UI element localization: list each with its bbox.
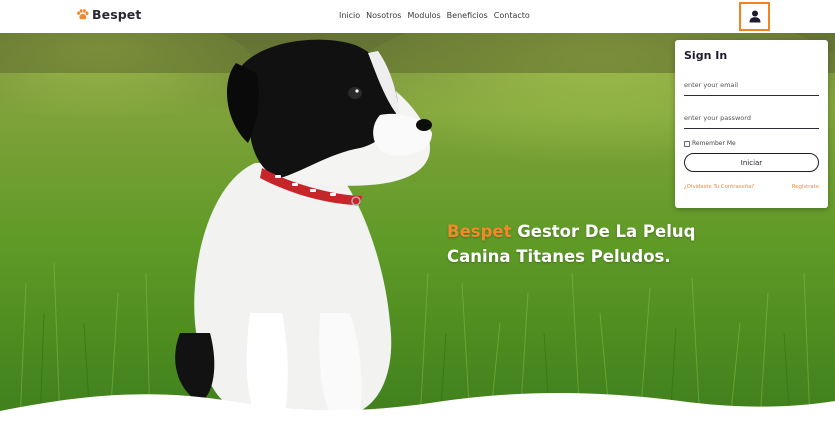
password-field[interactable]: [684, 107, 819, 129]
remember-checkbox[interactable]: [684, 140, 690, 147]
main-nav: Inicio Nosotros Modulos Beneficios Conta…: [339, 11, 530, 20]
login-button[interactable]: Iniciar: [684, 153, 819, 172]
nav-link-modulos[interactable]: Modulos: [407, 11, 440, 20]
nav-link-inicio[interactable]: Inicio: [339, 11, 360, 20]
hero-title-rest: Gestor De La Peluq: [511, 222, 696, 241]
nav-link-contacto[interactable]: Contacto: [494, 11, 530, 20]
hero-title-accent: Bespet: [447, 222, 512, 241]
forgot-password-link[interactable]: ¿Olvidaste Tu Contraseña?: [684, 184, 754, 190]
brand-logo[interactable]: Bespet: [76, 7, 141, 22]
paw-icon: [77, 9, 89, 20]
nav-link-nosotros[interactable]: Nosotros: [366, 11, 401, 20]
email-field[interactable]: [684, 74, 819, 96]
remember-me[interactable]: Remember Me: [684, 140, 819, 147]
signin-title: Sign In: [684, 49, 728, 62]
register-link[interactable]: Registrate: [792, 184, 819, 190]
hero-title: Bespet Gestor De La Peluq Canina Titanes …: [447, 219, 695, 269]
user-icon: [749, 10, 760, 23]
user-menu-button[interactable]: [739, 2, 770, 31]
nav-link-beneficios[interactable]: Beneficios: [447, 11, 488, 20]
brand-name: Bespet: [92, 7, 142, 22]
signin-links: ¿Olvidaste Tu Contraseña? Registrate: [684, 184, 819, 190]
top-header: Bespet Inicio Nosotros Modulos Beneficio…: [0, 0, 835, 33]
signin-panel: Sign In Remember Me Iniciar ¿Olvidaste T…: [675, 40, 828, 208]
hero-title-line2: Canina Titanes Peludos.: [447, 247, 671, 266]
remember-label: Remember Me: [692, 140, 736, 147]
